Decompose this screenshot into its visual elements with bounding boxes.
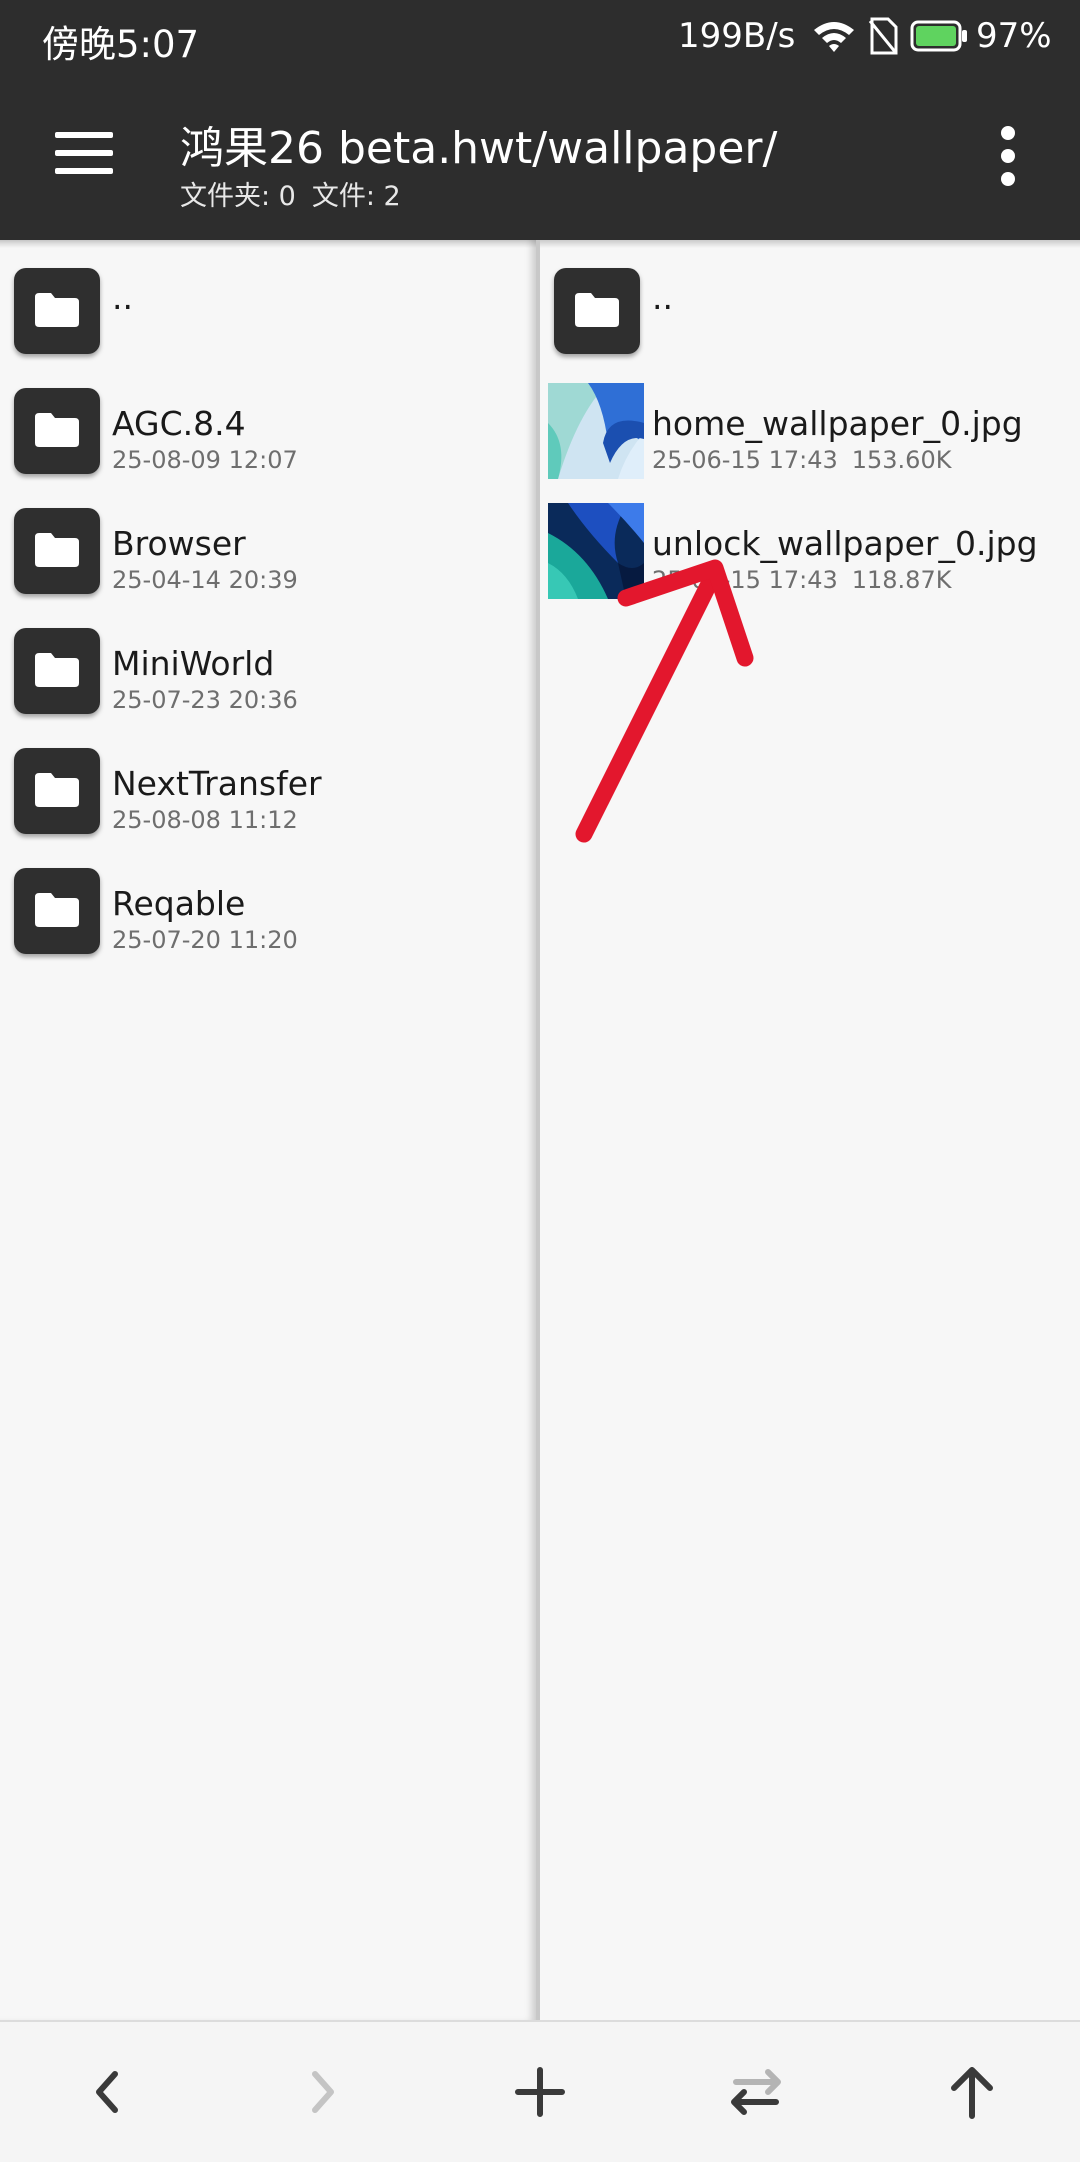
- wifi-icon: [814, 22, 854, 52]
- battery-icon: [910, 20, 967, 52]
- list-item-parent[interactable]: ..: [0, 250, 536, 360]
- up-icon[interactable]: [932, 2052, 1012, 2132]
- item-date: 25-08-09 12:07: [112, 446, 298, 474]
- path-title: 鸿果26 beta.hwt/wallpaper/: [180, 123, 778, 174]
- pane-shadow: [0, 240, 536, 248]
- status-icons: [812, 16, 968, 56]
- file-name: unlock_wallpaper_0.jpg: [652, 524, 1038, 563]
- path-summary: 文件夹: 0 文件: 2: [180, 174, 401, 213]
- list-item[interactable]: home_wallpaper_0.jpg 25-06-15 17:43 153.6…: [540, 370, 1080, 480]
- item-name: Browser: [112, 524, 246, 563]
- item-date: 25-07-23 20:36: [112, 686, 298, 714]
- more-vert-icon[interactable]: [990, 126, 1026, 186]
- no-sim-icon: [868, 17, 898, 55]
- network-speed: 199B/s: [678, 16, 796, 56]
- battery-percent: 97%: [976, 16, 1052, 56]
- file-date: 25-06-15 17:43: [652, 566, 838, 594]
- folder-icon: [14, 748, 100, 834]
- item-name: ..: [652, 278, 673, 317]
- bottom-toolbar: [0, 2020, 1080, 2162]
- folder-icon: [14, 628, 100, 714]
- item-name: Reqable: [112, 884, 246, 923]
- file-meta: 25-06-15 17:43 153.60K: [652, 446, 951, 474]
- folder-icon: [14, 868, 100, 954]
- item-name: NextTransfer: [112, 764, 322, 803]
- folders-count: 文件夹: 0: [180, 181, 296, 212]
- pane-shadow: [540, 240, 1080, 248]
- file-name: home_wallpaper_0.jpg: [652, 404, 1023, 443]
- file-date: 25-06-15 17:43: [652, 446, 838, 474]
- status-bar: 傍晚5:07 199B/s 97%: [0, 0, 1080, 74]
- folder-icon: [14, 268, 100, 354]
- list-item[interactable]: MiniWorld 25-07-23 20:36: [0, 610, 536, 720]
- image-thumbnail: [548, 383, 644, 479]
- list-item[interactable]: Reqable 25-07-20 11:20: [0, 850, 536, 960]
- list-item[interactable]: NextTransfer 25-08-08 11:12: [0, 730, 536, 840]
- item-date: 25-07-20 11:20: [112, 926, 298, 954]
- swap-icon[interactable]: [716, 2052, 796, 2132]
- item-date: 25-04-14 20:39: [112, 566, 298, 594]
- image-thumbnail: [548, 503, 644, 599]
- folder-icon: [554, 268, 640, 354]
- forward-icon[interactable]: [283, 2052, 363, 2132]
- list-item[interactable]: unlock_wallpaper_0.jpg 25-06-15 17:43 118…: [540, 490, 1080, 600]
- app-bar: 鸿果26 beta.hwt/wallpaper/ 文件夹: 0 文件: 2: [0, 74, 1080, 240]
- back-icon[interactable]: [67, 2052, 147, 2132]
- item-name: AGC.8.4: [112, 404, 246, 443]
- list-item[interactable]: Browser 25-04-14 20:39: [0, 490, 536, 600]
- status-time: 傍晚5:07: [42, 23, 200, 66]
- left-pane[interactable]: .. AGC.8.4 25-08-09 12:07 Browser 25-04-…: [0, 240, 536, 2020]
- right-pane[interactable]: .. home_wallpaper_0.jpg 25-06-15 17:43 15…: [540, 240, 1080, 2020]
- add-icon[interactable]: [500, 2052, 580, 2132]
- folder-icon: [14, 388, 100, 474]
- list-item-parent[interactable]: ..: [540, 250, 1080, 360]
- file-meta: 25-06-15 17:43 118.87K: [652, 566, 951, 594]
- list-item[interactable]: AGC.8.4 25-08-09 12:07: [0, 370, 536, 480]
- file-size: 153.60K: [851, 446, 952, 474]
- file-size: 118.87K: [851, 566, 952, 594]
- item-name: ..: [112, 278, 133, 317]
- item-date: 25-08-08 11:12: [112, 806, 298, 834]
- item-name: MiniWorld: [112, 644, 275, 683]
- files-count: 文件: 2: [311, 181, 401, 212]
- folder-icon: [14, 508, 100, 594]
- hamburger-menu-icon[interactable]: [40, 124, 116, 184]
